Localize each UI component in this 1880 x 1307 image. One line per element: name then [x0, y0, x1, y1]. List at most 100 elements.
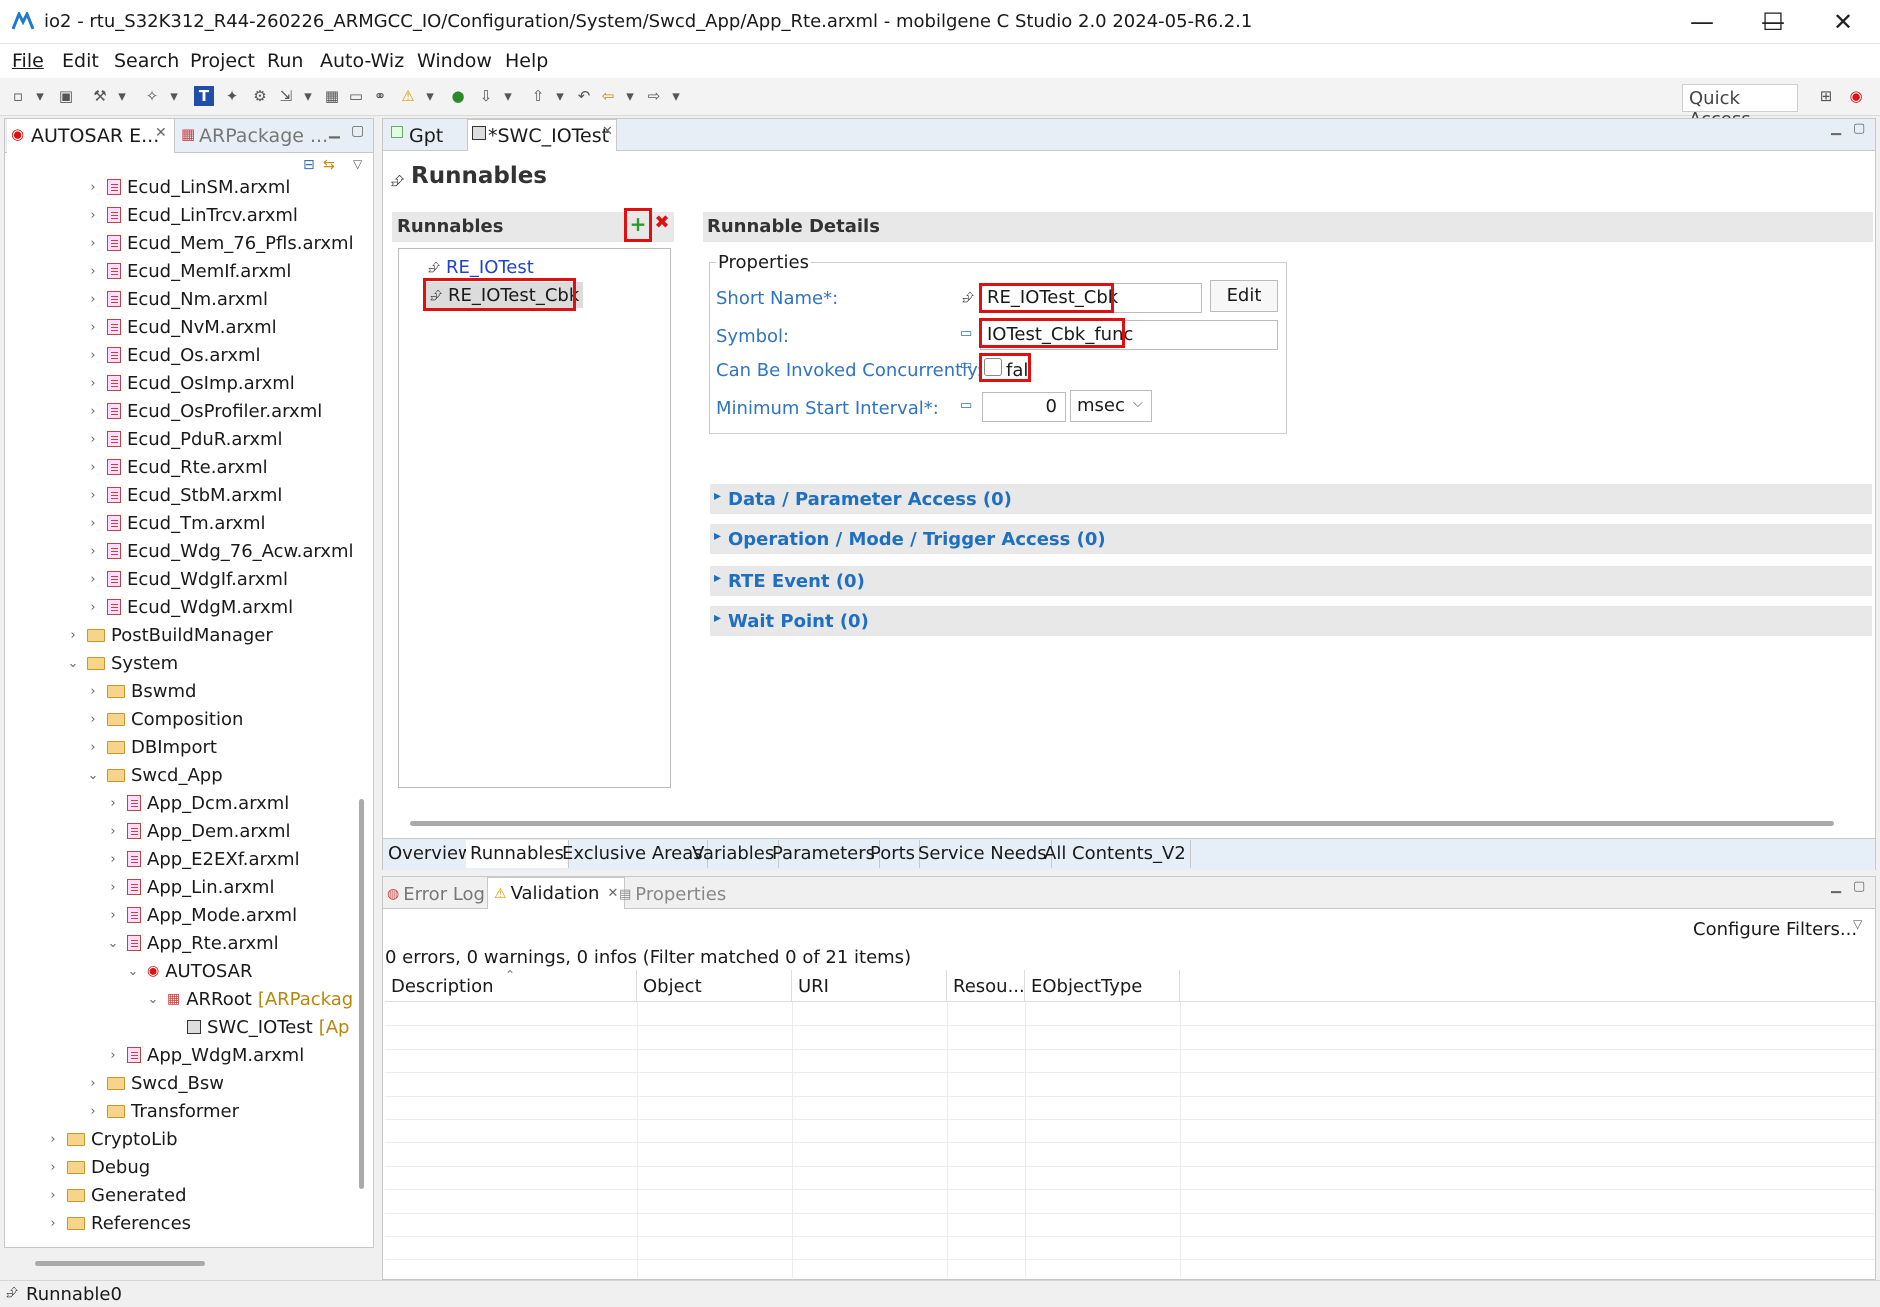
- tree-item[interactable]: ⌄ App_Rte.arxml: [105, 929, 279, 957]
- tab-overview[interactable]: Overview: [384, 840, 478, 868]
- chevron-right-icon[interactable]: ›: [85, 432, 101, 447]
- tree-item[interactable]: › Ecud_Mem_76_Pfls.arxml: [85, 229, 353, 257]
- menu-search[interactable]: Search: [114, 50, 179, 72]
- forward-icon[interactable]: ⇨: [644, 86, 664, 106]
- tree-item[interactable]: › Debug: [45, 1153, 150, 1181]
- tree-item[interactable]: › Ecud_PduR.arxml: [85, 425, 282, 453]
- horizontal-scrollbar[interactable]: [35, 1261, 205, 1266]
- maximize-button-2[interactable]: ☐: [1738, 0, 1808, 44]
- chevron-right-icon[interactable]: ›: [85, 488, 101, 503]
- chevron-right-icon[interactable]: ›: [85, 208, 101, 223]
- minimize-button-2[interactable]: —: [1667, 0, 1737, 44]
- import-icon[interactable]: ⇲: [276, 86, 296, 106]
- collapse-all-icon[interactable]: ⊟: [303, 157, 315, 173]
- tab-runnables[interactable]: Runnables: [466, 840, 569, 868]
- tab-gpt[interactable]: Gpt: [387, 121, 465, 151]
- dropdown-icon[interactable]: ▾: [112, 86, 132, 106]
- star-icon[interactable]: ✦: [222, 86, 242, 106]
- tree-item[interactable]: › References: [45, 1209, 191, 1234]
- chevron-right-icon[interactable]: ›: [105, 1048, 121, 1063]
- tree-item[interactable]: › Ecud_LinTrcv.arxml: [85, 201, 298, 229]
- debug-icon[interactable]: ●: [448, 86, 468, 106]
- close-icon[interactable]: ✕: [602, 124, 613, 139]
- build-icon[interactable]: ⚒: [90, 86, 110, 106]
- chevron-right-icon[interactable]: ›: [85, 180, 101, 195]
- chevron-right-icon[interactable]: ›: [105, 908, 121, 923]
- remove-runnable-button[interactable]: ✖: [652, 212, 672, 240]
- tree-item[interactable]: › Ecud_Wdg_76_Acw.arxml: [85, 537, 353, 565]
- tool-icon[interactable]: ⚙: [250, 86, 270, 106]
- next-annotation-icon[interactable]: ⇩: [476, 86, 496, 106]
- chevron-right-icon[interactable]: ›: [85, 1076, 101, 1091]
- section-data-parameter-access[interactable]: Data / Parameter Access (0): [710, 484, 1872, 514]
- editor-horizontal-scrollbar[interactable]: [410, 821, 1834, 826]
- rect-icon[interactable]: ▭: [346, 86, 366, 106]
- tree-item[interactable]: › Ecud_LinSM.arxml: [85, 173, 290, 201]
- grid-icon[interactable]: ▦: [322, 86, 342, 106]
- tree-item[interactable]: ⌄ Swcd_App: [85, 761, 223, 789]
- wand-icon[interactable]: ✧: [142, 86, 162, 106]
- dropdown-icon[interactable]: ▾: [550, 86, 570, 106]
- chevron-right-icon[interactable]: ›: [85, 572, 101, 587]
- menu-project[interactable]: Project: [190, 50, 255, 72]
- tab-variables[interactable]: Variables: [688, 840, 780, 868]
- menu-window[interactable]: Window: [417, 50, 492, 72]
- chevron-right-icon[interactable]: ›: [85, 516, 101, 531]
- tree-item[interactable]: › PostBuildManager: [65, 621, 272, 649]
- vertical-scrollbar[interactable]: [359, 799, 364, 1189]
- tree-item[interactable]: › Ecud_WdgIf.arxml: [85, 565, 288, 593]
- tree-item[interactable]: › App_Mode.arxml: [105, 901, 297, 929]
- tree-item[interactable]: › Bswmd: [85, 677, 196, 705]
- tree-item[interactable]: › App_Dcm.arxml: [105, 789, 289, 817]
- tree-item[interactable]: › DBImport: [85, 733, 217, 761]
- tree-item[interactable]: › Composition: [85, 705, 243, 733]
- section-wait-point[interactable]: Wait Point (0): [710, 606, 1872, 636]
- tab-parameters[interactable]: Parameters: [768, 840, 881, 868]
- chevron-right-icon[interactable]: ›: [85, 544, 101, 559]
- dropdown-icon[interactable]: ▾: [666, 86, 686, 106]
- chevron-right-icon[interactable]: ›: [85, 348, 101, 363]
- maximize-validation-icon[interactable]: ▢: [1853, 879, 1865, 894]
- tree-item[interactable]: ⌄ System: [65, 649, 179, 677]
- tab-all-contents[interactable]: All Contents_V2: [1040, 840, 1191, 868]
- last-edit-icon[interactable]: ↶: [574, 86, 594, 106]
- tree-item[interactable]: › Ecud_OsProfiler.arxml: [85, 397, 322, 425]
- tree-item[interactable]: › Ecud_NvM.arxml: [85, 313, 276, 341]
- terminal-icon[interactable]: T: [194, 86, 214, 106]
- tree-item[interactable]: › Generated: [45, 1181, 186, 1209]
- tab-exclusive-areas[interactable]: Exclusive Areas: [558, 840, 708, 868]
- chevron-right-icon[interactable]: ›: [105, 824, 121, 839]
- tree-item[interactable]: › Ecud_MemIf.arxml: [85, 257, 291, 285]
- col-description[interactable]: Description ⌃: [385, 968, 637, 1002]
- tree-item[interactable]: ⌄ ▦ ARRoot [ARPackag: [145, 985, 353, 1013]
- chevron-down-icon[interactable]: ⌄: [85, 768, 101, 783]
- chevron-right-icon[interactable]: ›: [85, 740, 101, 755]
- tree-item[interactable]: › Swcd_Bsw: [85, 1069, 224, 1097]
- minimize-validation-icon[interactable]: ▁: [1831, 879, 1841, 894]
- tab-validation[interactable]: ⚠ Validation ✕: [487, 877, 626, 909]
- maximize-view-icon[interactable]: ▢: [351, 123, 364, 139]
- tree-item[interactable]: › Ecud_Tm.arxml: [85, 509, 265, 537]
- min-interval-field[interactable]: 0: [982, 392, 1066, 422]
- maximize-editor-icon[interactable]: ▢: [1853, 121, 1865, 136]
- tree-item[interactable]: › Ecud_Nm.arxml: [85, 285, 268, 313]
- chevron-right-icon[interactable]: ›: [85, 684, 101, 699]
- view-menu-icon[interactable]: ▽: [1853, 917, 1862, 931]
- chevron-right-icon[interactable]: ›: [85, 460, 101, 475]
- chevron-down-icon[interactable]: ⌄: [105, 936, 121, 951]
- chevron-right-icon[interactable]: ›: [45, 1188, 61, 1203]
- tab-properties[interactable]: ▤ Properties: [619, 881, 726, 907]
- chevron-right-icon[interactable]: ›: [45, 1160, 61, 1175]
- close-icon[interactable]: ✕: [607, 886, 618, 901]
- chevron-down-icon[interactable]: ⌄: [65, 656, 81, 671]
- chevron-right-icon[interactable]: ›: [45, 1132, 61, 1147]
- tree-item[interactable]: › Ecud_Os.arxml: [85, 341, 260, 369]
- dropdown-icon[interactable]: ▾: [164, 86, 184, 106]
- chevron-down-icon[interactable]: ⌄: [125, 964, 141, 979]
- chevron-right-icon[interactable]: ›: [85, 376, 101, 391]
- chevron-right-icon[interactable]: ›: [65, 628, 81, 643]
- col-eobjecttype[interactable]: EObjectType: [1025, 970, 1180, 1002]
- chevron-right-icon[interactable]: ›: [105, 796, 121, 811]
- list-item-re-iotest[interactable]: ⮵ RE_IOTest: [428, 254, 534, 280]
- chevron-right-icon[interactable]: ›: [85, 712, 101, 727]
